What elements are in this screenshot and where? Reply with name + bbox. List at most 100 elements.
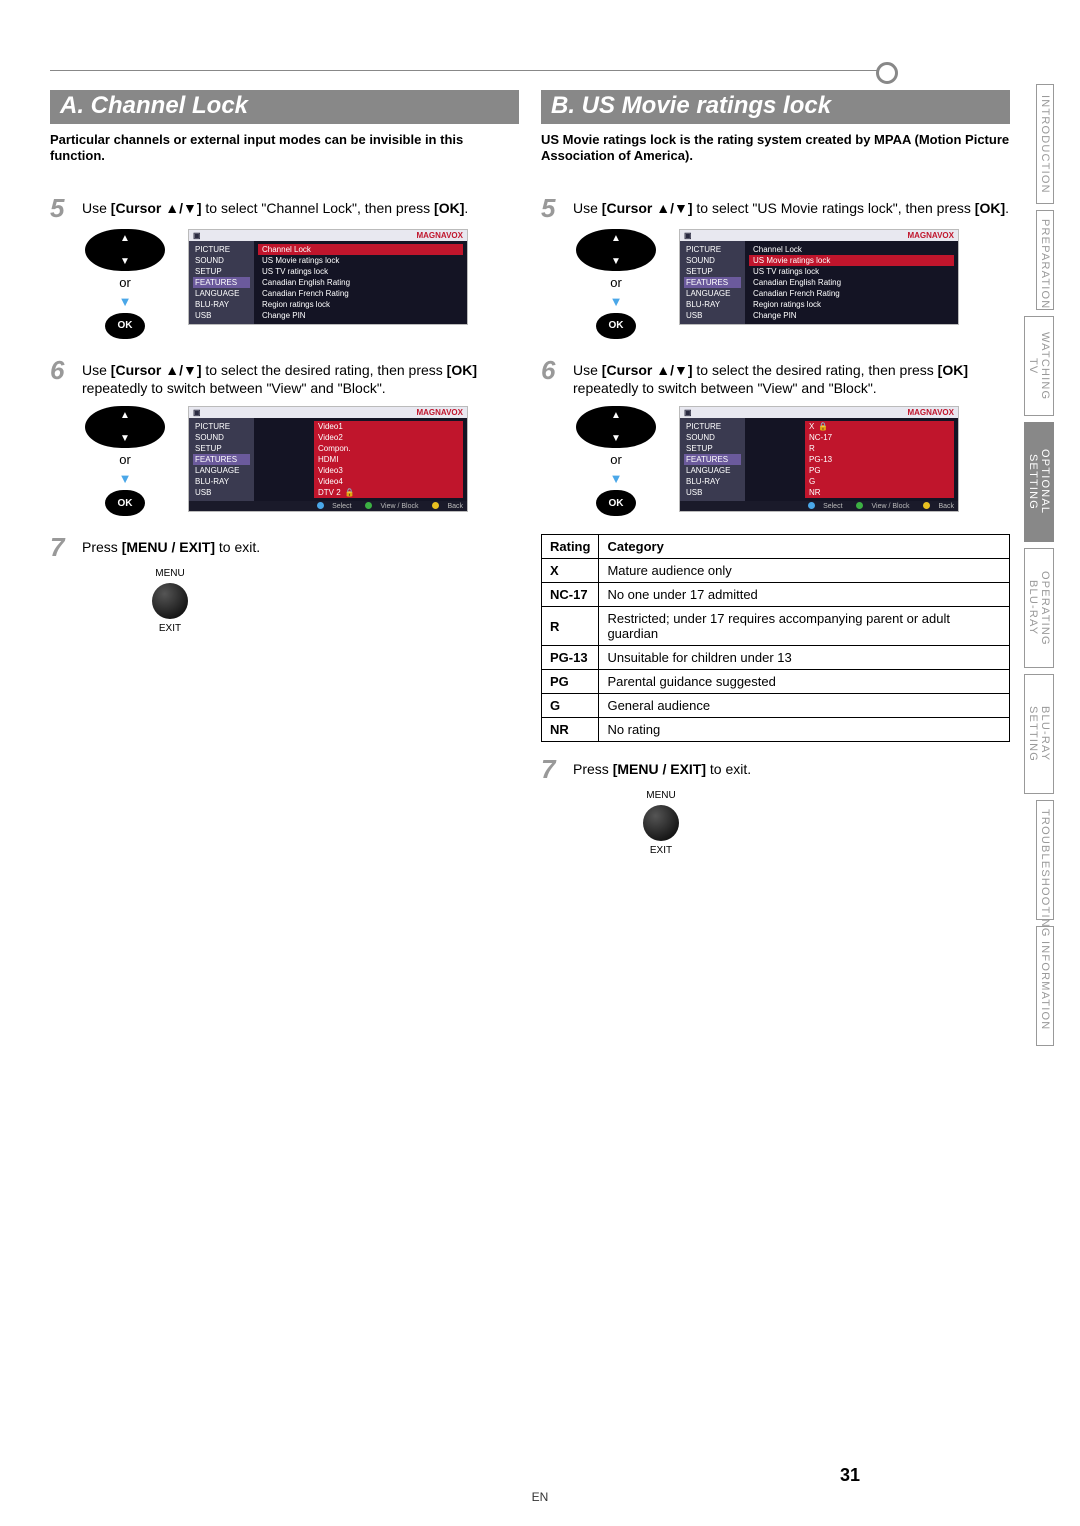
tab-optional-setting[interactable]: OPTIONAL SETTING [1024, 422, 1054, 542]
table-row: PGParental guidance suggested [542, 670, 1010, 694]
osd-side-item: FEATURES [193, 454, 250, 465]
menu-exit-button-graphic: MENU EXIT [140, 568, 200, 634]
osd-foot-select: Select [823, 503, 842, 510]
osd-side-item: LANGUAGE [684, 465, 741, 476]
down-arrow-icon: ▼ [119, 471, 132, 486]
table-row: RRestricted; under 17 requires accompany… [542, 607, 1010, 646]
step-number-7: 7 [541, 756, 563, 782]
key-menu-exit: [MENU / EXIT] [613, 761, 706, 777]
remote-osd-a6: ▲▼ or ▼ OK ▣ MAGNAVOX PICTURE SOUND SETUP… [80, 406, 519, 516]
osd-side-item: SOUND [193, 255, 250, 266]
osd-us-movie-lock: ▣MAGNAVOX PICTURE SOUND SETUP FEATURES L… [679, 229, 959, 325]
text: Use [573, 200, 602, 216]
osd-row: G [805, 476, 954, 487]
osd-side-item: SETUP [193, 266, 250, 277]
column-us-movie-ratings: B. US Movie ratings lock US Movie rating… [541, 90, 1010, 866]
tab-watching-tv[interactable]: WATCHING TV [1024, 316, 1054, 416]
osd-row: Video1 [314, 421, 463, 432]
cell-rating: PG-13 [542, 646, 599, 670]
osd-row: Change PIN [749, 310, 954, 321]
osd-side-item: LANGUAGE [193, 288, 250, 299]
brand-label: MAGNAVOX [416, 408, 463, 417]
ratings-table: Rating Category XMature audience only NC… [541, 534, 1010, 742]
or-label: or [610, 275, 622, 290]
osd-side-item: FEATURES [684, 277, 741, 288]
osd-side-item: BLU-RAY [684, 476, 741, 487]
tab-introduction[interactable]: INTRODUCTION [1036, 84, 1054, 204]
intro-a: Particular channels or external input mo… [50, 132, 519, 165]
step-number-6: 6 [50, 357, 72, 399]
menu-button-icon [152, 583, 188, 619]
osd-foot-view: View / Block [871, 503, 909, 510]
osd-row: Channel Lock [258, 244, 463, 255]
osd-side-item: SOUND [684, 255, 741, 266]
tab-bluray-setting[interactable]: BLU-RAY SETTING [1024, 674, 1054, 794]
osd-side-item: BLU-RAY [193, 476, 250, 487]
text: Press [82, 539, 122, 555]
osd-folder-icon: ▣ [684, 408, 692, 417]
osd-folder-icon: ▣ [684, 231, 692, 240]
step-a5: 5 Use [Cursor ▲/▼] to select "Channel Lo… [50, 195, 519, 221]
step-b5: 5 Use [Cursor ▲/▼] to select "US Movie r… [541, 195, 1010, 221]
osd-sidebar: PICTURE SOUND SETUP FEATURES LANGUAGE BL… [189, 241, 254, 324]
heading-b: B. US Movie ratings lock [541, 90, 1010, 124]
osd-row: US Movie ratings lock [749, 255, 954, 266]
table-row: GGeneral audience [542, 694, 1010, 718]
osd-footer: Select View / Block Back [189, 501, 467, 510]
osd-row-locked: DTV 2 [314, 487, 463, 498]
osd-side-item: USB [684, 487, 741, 498]
step-b7: 7 Press [MENU / EXIT] to exit. [541, 756, 1010, 782]
page-top-rule [50, 70, 880, 71]
down-arrow-icon: ▼ [119, 294, 132, 309]
osd-foot-select: Select [332, 503, 351, 510]
cell-rating: X [542, 559, 599, 583]
osd-row: PG [805, 465, 954, 476]
osd-side-item: SOUND [193, 432, 250, 443]
step-number-6: 6 [541, 357, 563, 399]
osd-main: X NC-17 R PG-13 PG G NR [745, 418, 958, 501]
osd-row: Channel Lock [749, 244, 954, 255]
osd-row: Canadian English Rating [749, 277, 954, 288]
osd-channel-lock: ▣MAGNAVOX PICTURE SOUND SETUP FEATURES L… [188, 229, 468, 325]
osd-side-item: LANGUAGE [684, 288, 741, 299]
text: to select "Channel Lock", then press [202, 200, 435, 216]
osd-sidebar: PICTURE SOUND SETUP FEATURES LANGUAGE BL… [680, 241, 745, 324]
osd-side-item: USB [193, 487, 250, 498]
dpad-icon: ▲▼ [85, 229, 165, 271]
remote-nav: ▲▼ or ▼ OK [80, 406, 170, 516]
menu-button-icon [643, 805, 679, 841]
osd-side-item: FEATURES [684, 454, 741, 465]
step-number-7: 7 [50, 534, 72, 560]
text: . [464, 200, 468, 216]
table-row: NC-17No one under 17 admitted [542, 583, 1010, 607]
page-language: EN [532, 1490, 549, 1504]
ok-button-icon: OK [596, 490, 636, 516]
osd-sidebar: PICTURE SOUND SETUP FEATURES LANGUAGE BL… [189, 418, 254, 501]
ok-button-icon: OK [105, 313, 145, 339]
cell-rating: PG [542, 670, 599, 694]
intro-b: US Movie ratings lock is the rating syst… [541, 132, 1010, 165]
key-menu-exit: [MENU / EXIT] [122, 539, 215, 555]
tab-troubleshooting[interactable]: TROUBLESHOOTING [1036, 800, 1054, 920]
osd-side-item: PICTURE [193, 421, 250, 432]
osd-row: Region ratings lock [258, 299, 463, 310]
key-cursor: [Cursor ▲/▼] [602, 200, 693, 216]
tab-operating-bluray[interactable]: OPERATING BLU-RAY [1024, 548, 1054, 668]
exit-label: EXIT [631, 845, 691, 856]
tab-preparation[interactable]: PREPARATION [1036, 210, 1054, 310]
menu-exit-button-graphic: MENU EXIT [631, 790, 691, 856]
heading-a: A. Channel Lock [50, 90, 519, 124]
step-number-5: 5 [541, 195, 563, 221]
osd-row-locked: X [805, 421, 954, 432]
tab-information[interactable]: INFORMATION [1036, 926, 1054, 1046]
osd-row: R [805, 443, 954, 454]
text: Press [573, 761, 613, 777]
osd-side-item: PICTURE [193, 244, 250, 255]
key-cursor: [Cursor ▲/▼] [111, 362, 202, 378]
osd-folder-icon: ▣ [193, 408, 201, 417]
exit-label: EXIT [140, 623, 200, 634]
text: to select the desired rating, then press [202, 362, 447, 378]
osd-row: HDMI [314, 454, 463, 465]
osd-main: Video1 Video2 Compon. HDMI Video3 Video4… [254, 418, 467, 501]
osd-side-item: PICTURE [684, 421, 741, 432]
